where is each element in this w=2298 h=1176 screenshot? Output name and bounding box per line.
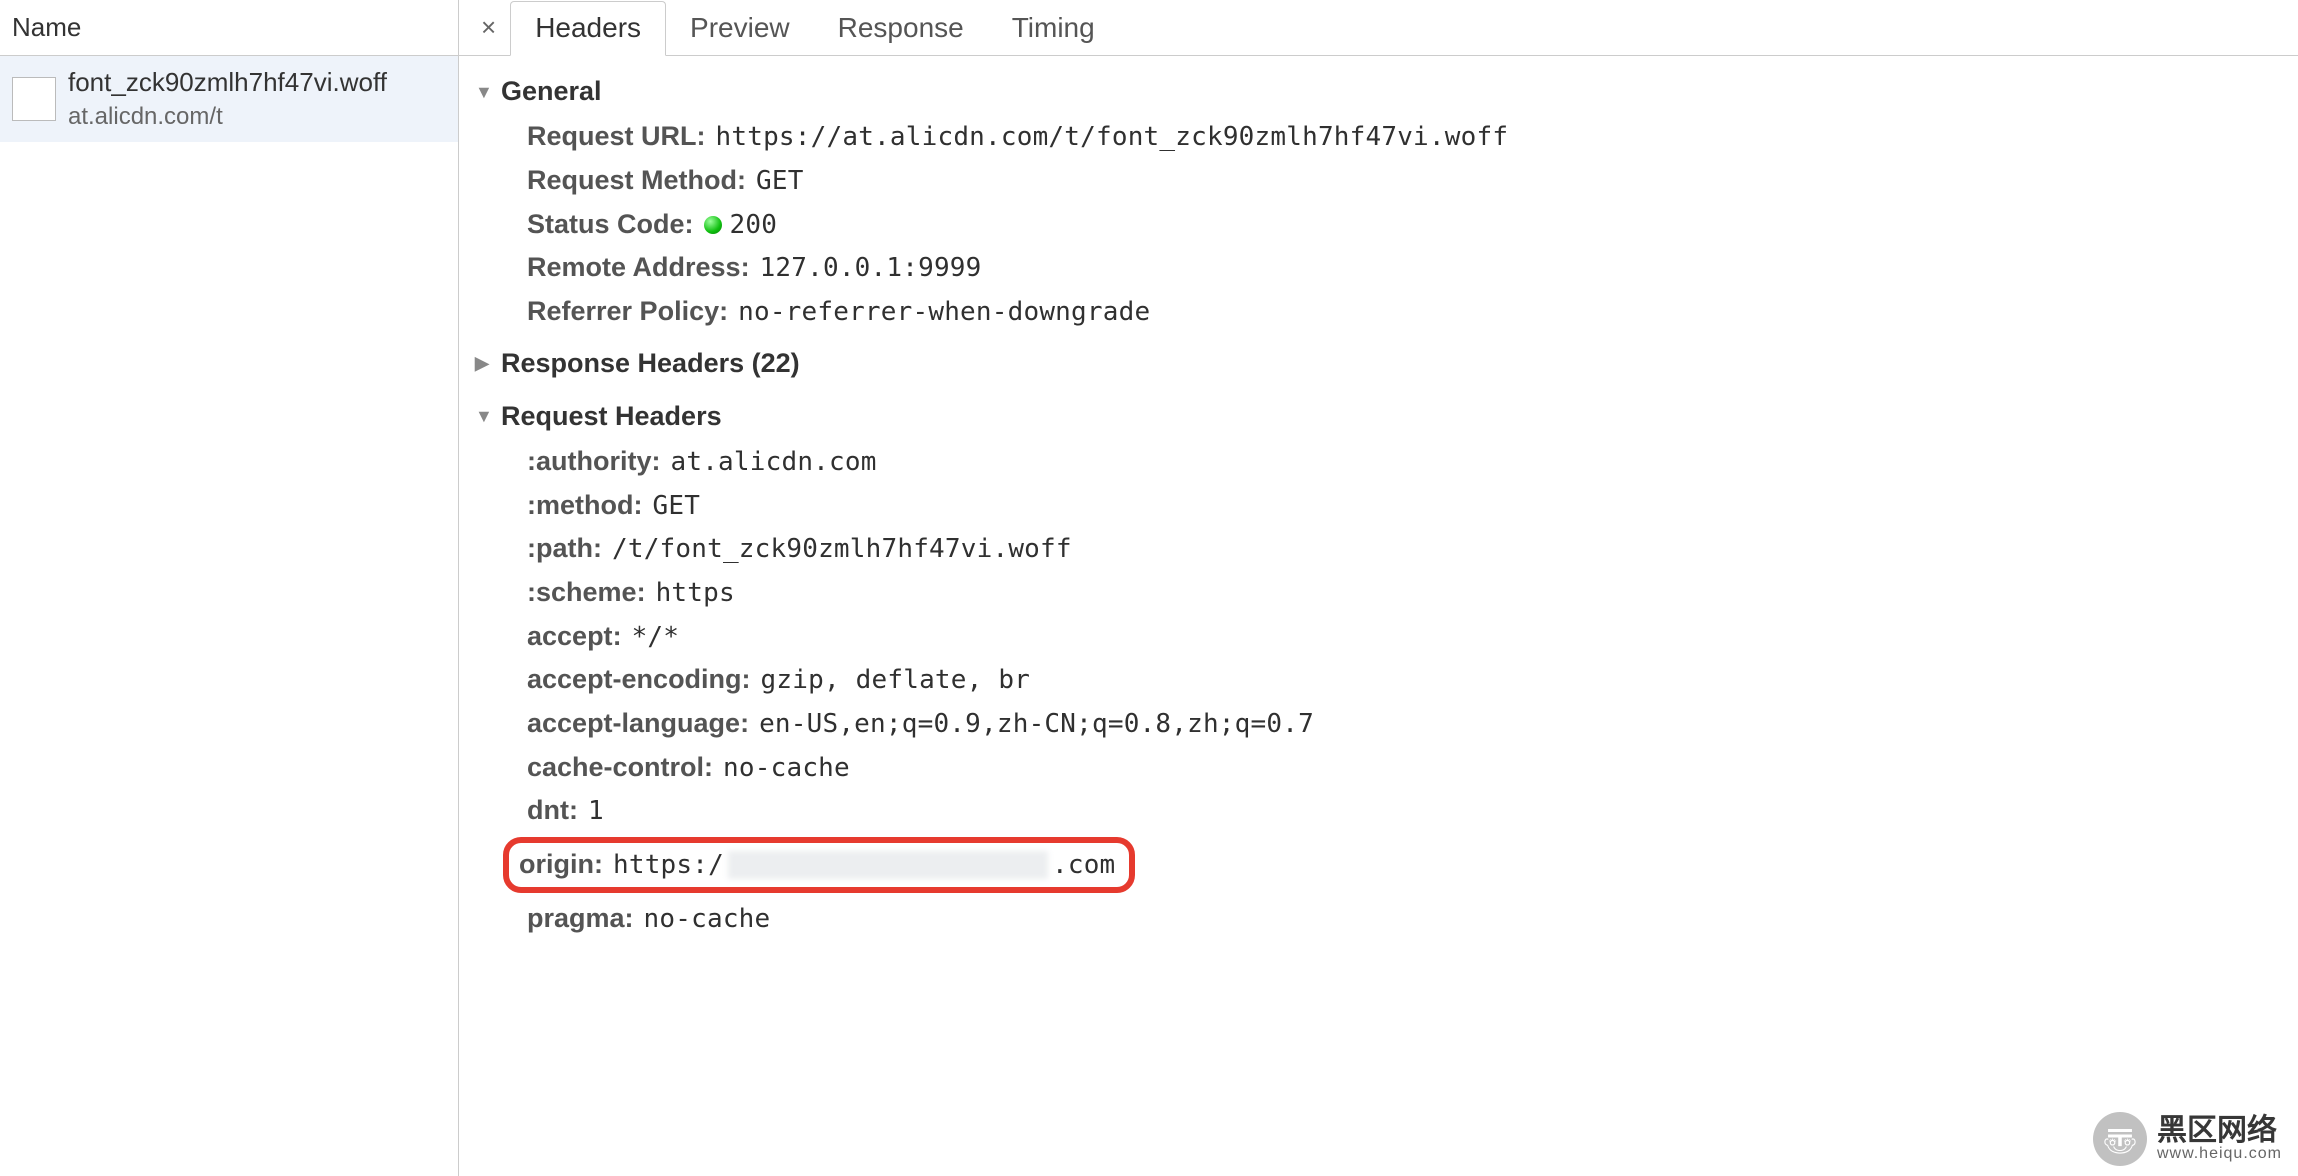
chevron-down-icon [475,79,493,105]
section-general-heading[interactable]: General [475,68,2298,115]
key-status-code: Status Code [527,205,694,244]
watermark-text: 黑区网络 www.heiqu.com [2157,1115,2282,1163]
tab-response[interactable]: Response [814,0,988,55]
key-dnt: dnt [527,791,578,830]
val-remote-address: 127.0.0.1:9999 [760,250,982,288]
section-request-headers-title: Request Headers [501,397,722,436]
tab-bar: × Headers Preview Response Timing [459,0,2298,56]
val-referrer-policy: no-referrer-when-downgrade [738,294,1150,332]
watermark-sub: www.heiqu.com [2157,1146,2282,1163]
val-request-url: https://at.alicdn.com/t/font_zck90zmlh7h… [716,119,1509,157]
key-referrer-policy: Referrer Policy [527,292,728,331]
key-remote-address: Remote Address [527,248,750,287]
key-accept-encoding: accept-encoding [527,660,751,699]
close-icon[interactable]: × [467,12,510,43]
tab-timing[interactable]: Timing [988,0,1119,55]
row-dnt: dnt 1 [527,789,2298,833]
val-scheme: https [656,575,735,613]
tab-headers[interactable]: Headers [510,1,666,56]
section-request-headers: Request Headers :authority at.alicdn.com… [475,393,2298,941]
watermark-logo-icon: 〠 [2093,1112,2147,1166]
general-rows: Request URL https://at.alicdn.com/t/font… [475,115,2298,333]
val-authority: at.alicdn.com [671,444,877,482]
row-request-url: Request URL https://at.alicdn.com/t/font… [527,115,2298,159]
requests-sidebar: Name font_zck90zmlh7hf47vi.woff at.alicd… [0,0,459,1176]
file-icon [12,77,56,121]
section-general-title: General [501,72,602,111]
request-name: font_zck90zmlh7hf47vi.woff [68,64,387,100]
chevron-down-icon [475,403,493,429]
chevron-right-icon [475,350,493,376]
request-item-text: font_zck90zmlh7hf47vi.woff at.alicdn.com… [68,64,387,134]
row-status-code: Status Code 200 [527,203,2298,247]
section-general: General Request URL https://at.alicdn.co… [475,68,2298,334]
request-item[interactable]: font_zck90zmlh7hf47vi.woff at.alicdn.com… [0,56,458,142]
redacted-region [728,851,1048,879]
val-dnt: 1 [588,793,604,831]
key-accept: accept [527,617,622,656]
val-pragma: no-cache [644,901,771,939]
key-cache-control: cache-control [527,748,713,787]
val-request-method: GET [756,163,804,201]
section-response-headers: Response Headers (22) [475,340,2298,387]
row-path: :path /t/font_zck90zmlh7hf47vi.woff [527,527,2298,571]
watermark: 〠 黑区网络 www.heiqu.com [2093,1112,2282,1166]
request-list: font_zck90zmlh7hf47vi.woff at.alicdn.com… [0,56,458,1176]
key-authority: :authority [527,442,661,481]
row-scheme: :scheme https [527,571,2298,615]
watermark-title: 黑区网络 [2157,1115,2282,1147]
row-accept: accept */* [527,615,2298,659]
val-path: /t/font_zck90zmlh7hf47vi.woff [612,531,1072,569]
row-accept-language: accept-language en-US,en;q=0.9,zh-CN;q=0… [527,702,2298,746]
row-referrer-policy: Referrer Policy no-referrer-when-downgra… [527,290,2298,334]
key-method: :method [527,486,642,525]
origin-highlight-box: origin https:/.com [503,837,1135,893]
val-method: GET [652,488,700,526]
headers-content: General Request URL https://at.alicdn.co… [459,56,2298,1176]
key-request-method: Request Method [527,161,746,200]
section-response-headers-title: Response Headers (22) [501,344,800,383]
key-path: :path [527,529,602,568]
key-request-url: Request URL [527,117,706,156]
val-accept-encoding: gzip, deflate, br [761,662,1031,700]
row-accept-encoding: accept-encoding gzip, deflate, br [527,658,2298,702]
row-cache-control: cache-control no-cache [527,746,2298,790]
request-domain: at.alicdn.com/t [68,100,387,134]
row-method: :method GET [527,484,2298,528]
key-pragma: pragma [527,899,634,938]
key-accept-language: accept-language [527,704,749,743]
row-request-method: Request Method GET [527,159,2298,203]
key-scheme: :scheme [527,573,646,612]
details-panel: × Headers Preview Response Timing Genera… [459,0,2298,1176]
sidebar-header-name[interactable]: Name [0,0,458,56]
row-pragma: pragma no-cache [527,897,2298,941]
val-status-code: 200 [704,207,778,245]
request-headers-rows: :authority at.alicdn.com :method GET :pa… [475,440,2298,941]
val-accept-language: en-US,en;q=0.9,zh-CN;q=0.8,zh;q=0.7 [759,706,1314,744]
status-dot-icon [704,216,722,234]
val-cache-control: no-cache [723,750,850,788]
row-origin: origin https:/.com [515,833,2298,897]
section-response-headers-heading[interactable]: Response Headers (22) [475,340,2298,387]
row-remote-address: Remote Address 127.0.0.1:9999 [527,246,2298,290]
key-origin: origin [519,845,603,884]
section-request-headers-heading[interactable]: Request Headers [475,393,2298,440]
val-accept: */* [632,619,680,657]
val-origin: https:/.com [613,845,1115,885]
tab-preview[interactable]: Preview [666,0,814,55]
row-authority: :authority at.alicdn.com [527,440,2298,484]
